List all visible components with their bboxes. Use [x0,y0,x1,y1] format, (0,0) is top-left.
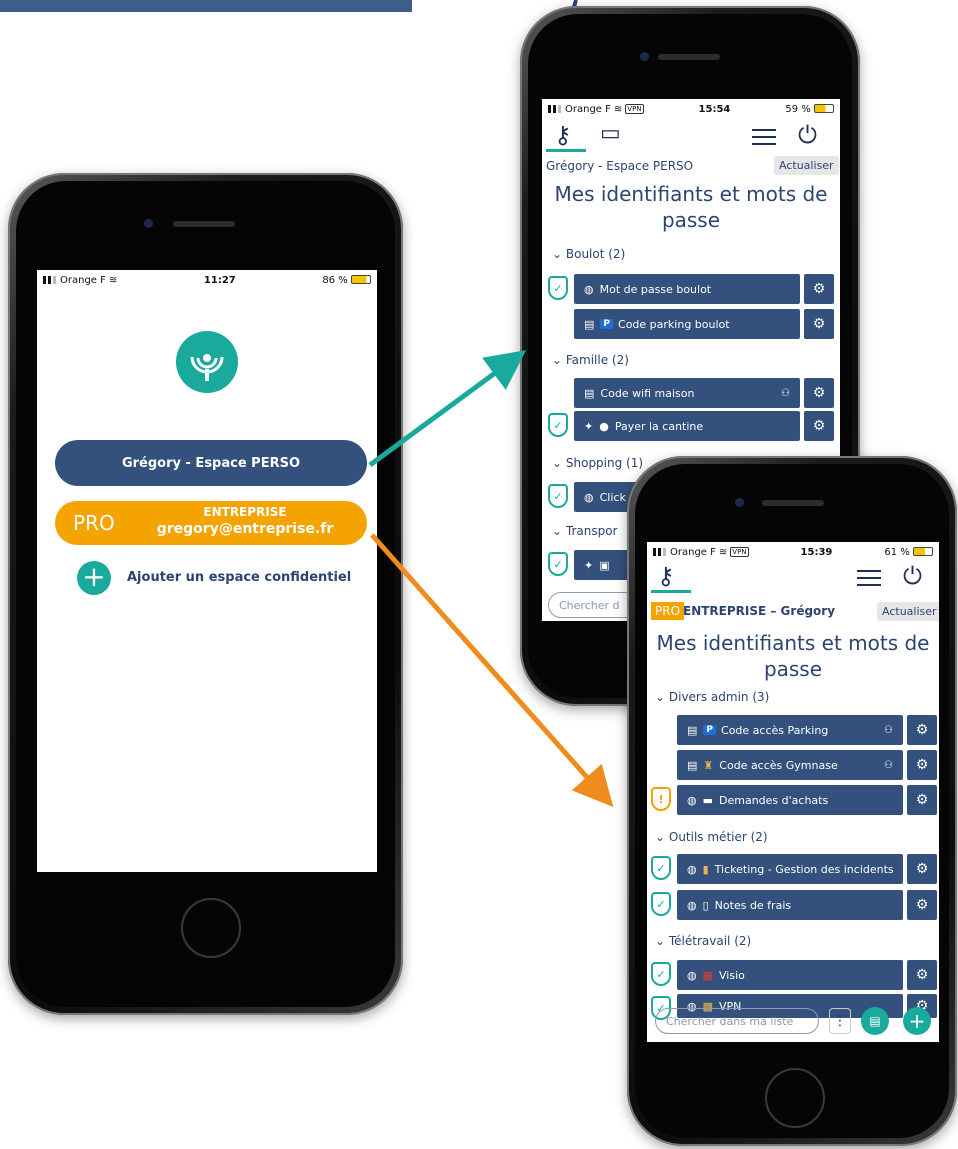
connector-arrows [368,350,614,807]
arrow-to-perso [368,350,527,468]
arrow-to-pro [370,533,614,807]
